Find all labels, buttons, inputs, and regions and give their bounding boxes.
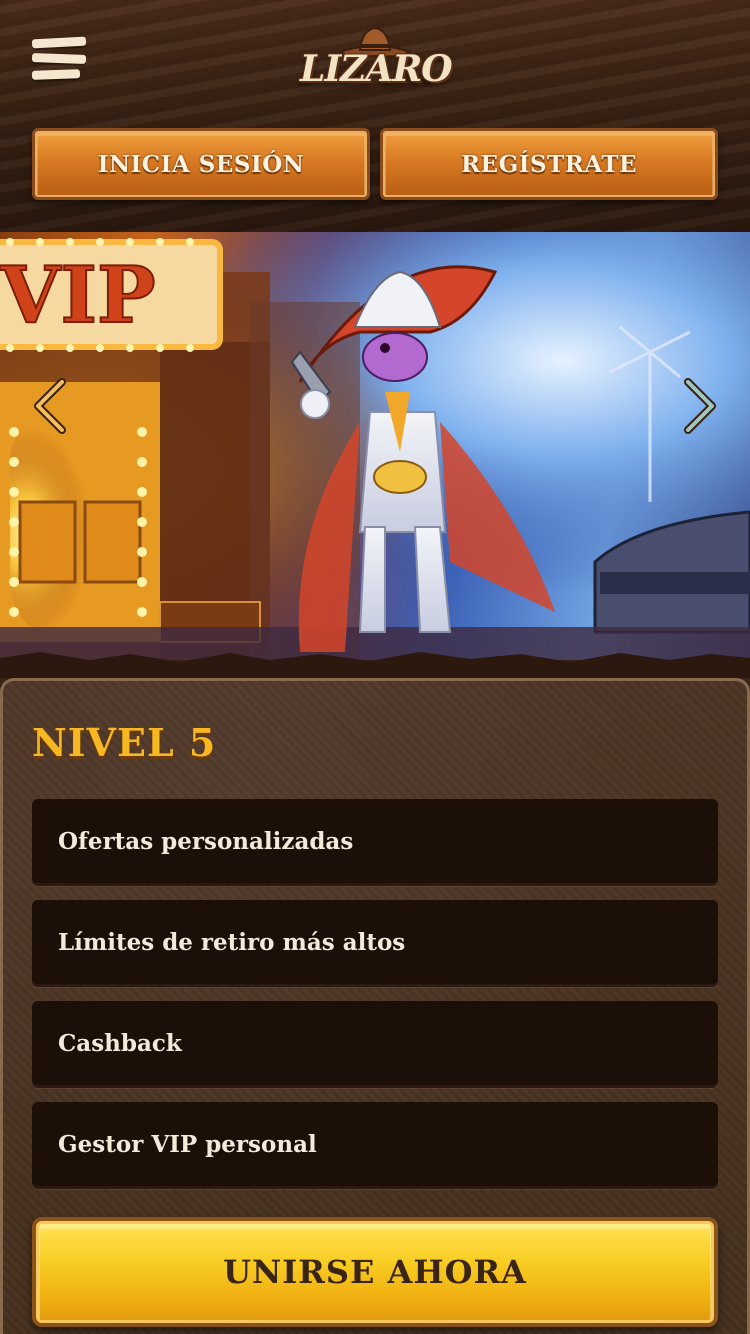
join-now-button[interactable]: UNIRSE AHORA xyxy=(32,1217,718,1327)
hero-banner: VIP xyxy=(0,232,750,660)
carousel-next-icon[interactable] xyxy=(680,376,720,436)
hamburger-menu-icon[interactable] xyxy=(30,36,90,86)
hero-illustration: VIP xyxy=(0,232,750,660)
site-header: LIZARO INICIA SESIÓN REGÍSTRATE xyxy=(0,0,750,232)
register-button[interactable]: REGÍSTRATE xyxy=(380,128,718,200)
login-button[interactable]: INICIA SESIÓN xyxy=(32,128,370,200)
benefit-item: Cashback xyxy=(32,1001,718,1085)
torn-edge-divider xyxy=(0,652,750,678)
vip-level-title: NIVEL 5 xyxy=(32,720,217,765)
benefit-item: Límites de retiro más altos xyxy=(32,900,718,984)
benefit-item: Gestor VIP personal xyxy=(32,1102,718,1186)
carousel-prev-icon[interactable] xyxy=(30,376,70,436)
benefit-item: Ofertas personalizadas xyxy=(32,799,718,883)
vip-sign-text: VIP xyxy=(0,250,156,341)
site-logo[interactable]: LIZARO xyxy=(300,22,453,98)
logo-wordmark: LIZARO xyxy=(300,48,453,90)
